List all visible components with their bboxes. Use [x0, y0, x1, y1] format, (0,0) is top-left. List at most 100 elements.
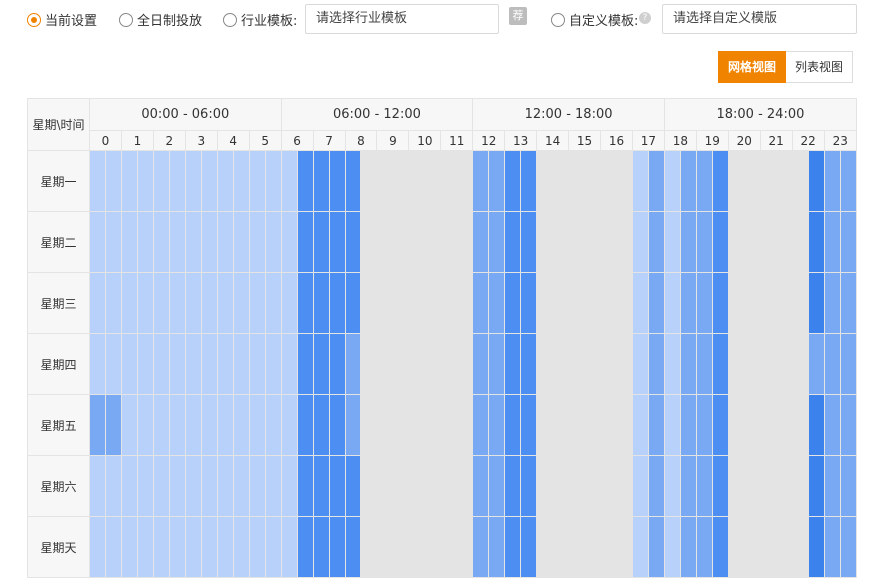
time-slot-cell[interactable] [584, 272, 601, 334]
time-slot-cell[interactable] [759, 272, 777, 334]
time-slot-cell[interactable] [440, 150, 458, 212]
day-label[interactable]: 星期天 [27, 516, 90, 578]
time-slot-cell[interactable] [280, 272, 298, 334]
hour-header[interactable]: 22 [791, 130, 825, 151]
hour-header[interactable]: 12 [472, 130, 506, 151]
time-slot-cell[interactable] [552, 150, 570, 212]
time-slot-cell[interactable] [360, 455, 378, 517]
time-slot-cell[interactable] [791, 333, 809, 395]
hour-header[interactable]: 5 [248, 130, 282, 151]
time-slot-cell[interactable] [184, 333, 202, 395]
time-slot-cell[interactable] [232, 516, 250, 578]
radio-industry-template[interactable]: 行业模板: [223, 10, 297, 29]
time-slot-cell[interactable] [152, 333, 170, 395]
time-slot-cell[interactable] [344, 394, 362, 456]
time-slot-cell[interactable] [89, 150, 106, 212]
time-slot-cell[interactable] [807, 150, 825, 212]
time-slot-cell[interactable] [823, 394, 841, 456]
time-slot-cell[interactable] [615, 516, 633, 578]
time-slot-cell[interactable] [248, 272, 266, 334]
time-slot-cell[interactable] [552, 272, 570, 334]
time-slot-cell[interactable] [679, 455, 697, 517]
time-slot-cell[interactable] [472, 516, 490, 578]
time-slot-cell[interactable] [775, 455, 793, 517]
time-slot-cell[interactable] [647, 516, 665, 578]
radio-full-day[interactable]: 全日制投放 [119, 10, 202, 29]
time-slot-cell[interactable] [89, 455, 106, 517]
time-slot-cell[interactable] [647, 455, 665, 517]
time-slot-cell[interactable] [568, 150, 586, 212]
time-slot-cell[interactable] [488, 150, 506, 212]
time-slot-cell[interactable] [424, 333, 442, 395]
time-slot-cell[interactable] [600, 272, 617, 334]
time-slot-cell[interactable] [408, 394, 426, 456]
time-slot-cell[interactable] [248, 150, 266, 212]
time-slot-cell[interactable] [408, 272, 426, 334]
day-label[interactable]: 星期一 [27, 150, 90, 212]
time-slot-cell[interactable] [504, 333, 522, 395]
time-slot-cell[interactable] [759, 455, 777, 517]
time-slot-cell[interactable] [488, 272, 506, 334]
day-label[interactable]: 星期三 [27, 272, 90, 334]
time-slot-cell[interactable] [584, 150, 601, 212]
time-slot-cell[interactable] [392, 455, 410, 517]
time-slot-cell[interactable] [408, 333, 426, 395]
grid-view-button[interactable]: 网格视图 [718, 51, 787, 83]
time-slot-cell[interactable] [695, 333, 713, 395]
hour-header[interactable]: 0 [89, 130, 122, 151]
time-slot-cell[interactable] [536, 211, 554, 273]
time-slot-cell[interactable] [456, 272, 474, 334]
time-slot-cell[interactable] [711, 394, 729, 456]
time-slot-cell[interactable] [823, 150, 841, 212]
time-slot-cell[interactable] [679, 333, 697, 395]
time-slot-cell[interactable] [168, 211, 186, 273]
time-slot-cell[interactable] [807, 516, 825, 578]
time-slot-cell[interactable] [376, 150, 394, 212]
time-slot-cell[interactable] [679, 516, 697, 578]
time-slot-cell[interactable] [184, 150, 202, 212]
time-slot-cell[interactable] [615, 333, 633, 395]
time-slot-cell[interactable] [328, 455, 346, 517]
time-slot-cell[interactable] [504, 516, 522, 578]
time-slot-cell[interactable] [168, 394, 186, 456]
time-slot-cell[interactable] [775, 333, 793, 395]
time-slot-cell[interactable] [184, 516, 202, 578]
time-slot-cell[interactable] [264, 211, 282, 273]
time-slot-cell[interactable] [727, 333, 745, 395]
time-slot-cell[interactable] [823, 272, 841, 334]
time-slot-cell[interactable] [136, 150, 154, 212]
time-slot-cell[interactable] [520, 394, 538, 456]
time-slot-cell[interactable] [264, 333, 282, 395]
time-slot-cell[interactable] [615, 150, 633, 212]
time-slot-cell[interactable] [328, 272, 346, 334]
time-slot-cell[interactable] [663, 455, 681, 517]
time-slot-cell[interactable] [232, 211, 250, 273]
time-slot-cell[interactable] [216, 272, 234, 334]
time-slot-cell[interactable] [536, 516, 554, 578]
time-slot-cell[interactable] [743, 455, 761, 517]
time-slot-cell[interactable] [807, 272, 825, 334]
time-slot-cell[interactable] [376, 272, 394, 334]
time-slot-cell[interactable] [488, 394, 506, 456]
time-slot-cell[interactable] [120, 455, 138, 517]
day-label[interactable]: 星期五 [27, 394, 90, 456]
day-label[interactable]: 星期二 [27, 211, 90, 273]
time-slot-cell[interactable] [504, 211, 522, 273]
time-slot-cell[interactable] [520, 333, 538, 395]
time-slot-cell[interactable] [568, 272, 586, 334]
time-slot-cell[interactable] [296, 211, 314, 273]
time-slot-cell[interactable] [743, 272, 761, 334]
time-slot-cell[interactable] [791, 516, 809, 578]
time-slot-cell[interactable] [424, 150, 442, 212]
time-slot-cell[interactable] [120, 150, 138, 212]
hour-header[interactable]: 11 [440, 130, 474, 151]
time-slot-cell[interactable] [376, 455, 394, 517]
time-slot-cell[interactable] [631, 211, 649, 273]
time-slot-cell[interactable] [376, 211, 394, 273]
time-slot-cell[interactable] [89, 272, 106, 334]
time-slot-cell[interactable] [647, 333, 665, 395]
time-slot-cell[interactable] [504, 272, 522, 334]
time-slot-cell[interactable] [424, 211, 442, 273]
time-slot-cell[interactable] [839, 272, 858, 334]
time-slot-cell[interactable] [520, 516, 538, 578]
